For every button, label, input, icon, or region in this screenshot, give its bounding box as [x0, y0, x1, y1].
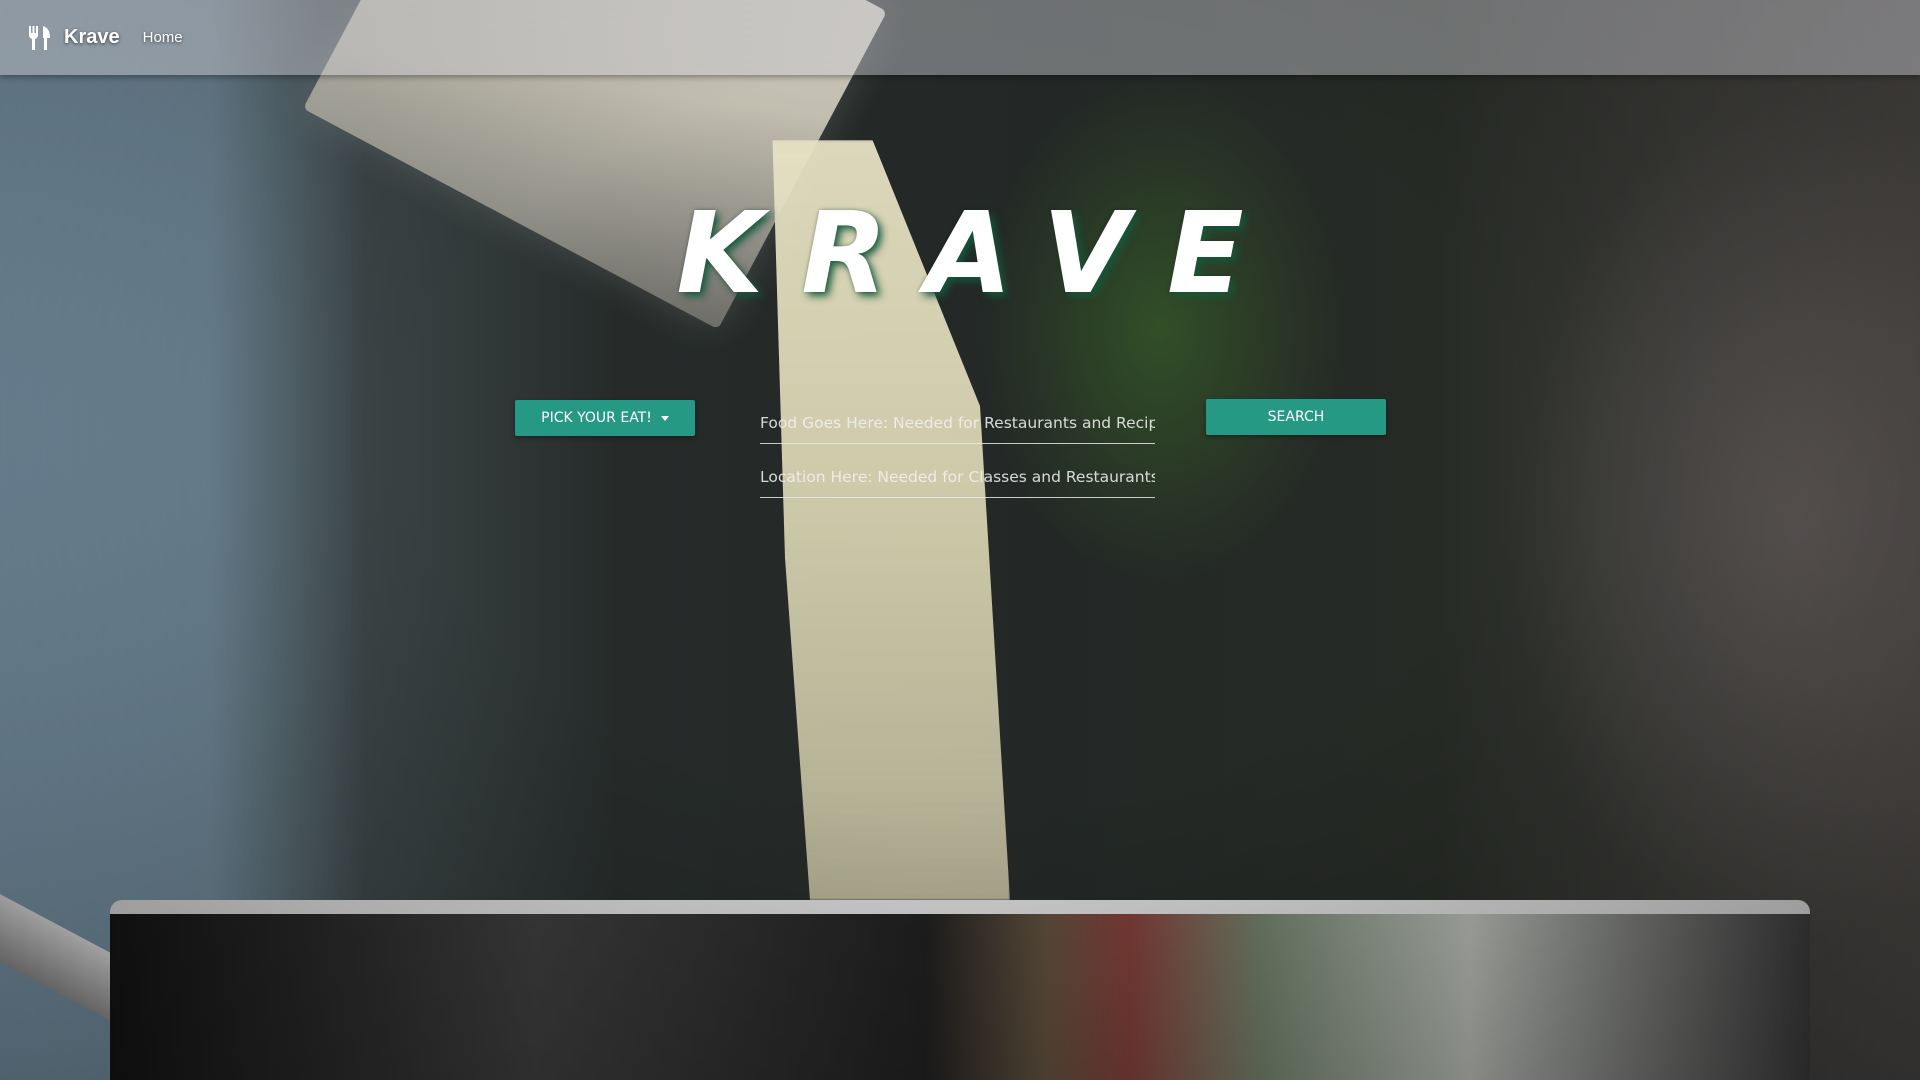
search-button[interactable]: SEARCH — [1206, 399, 1386, 435]
brand-name: Krave — [64, 26, 120, 48]
fork-knife-icon — [29, 25, 50, 50]
nav-link-home[interactable]: Home — [143, 29, 183, 46]
brand-link[interactable]: Krave — [28, 25, 120, 51]
hero-title: KRAVE — [676, 189, 1282, 319]
food-input[interactable] — [760, 402, 1155, 444]
pick-your-eat-label: PICK YOUR EAT! — [541, 410, 652, 426]
navbar: Krave Home — [0, 0, 1920, 75]
pick-your-eat-dropdown[interactable]: PICK YOUR EAT! — [515, 400, 695, 436]
background-vignette — [0, 0, 1920, 1080]
caret-down-icon — [660, 415, 669, 421]
background-photo — [0, 0, 1920, 1080]
location-input[interactable] — [760, 456, 1155, 498]
